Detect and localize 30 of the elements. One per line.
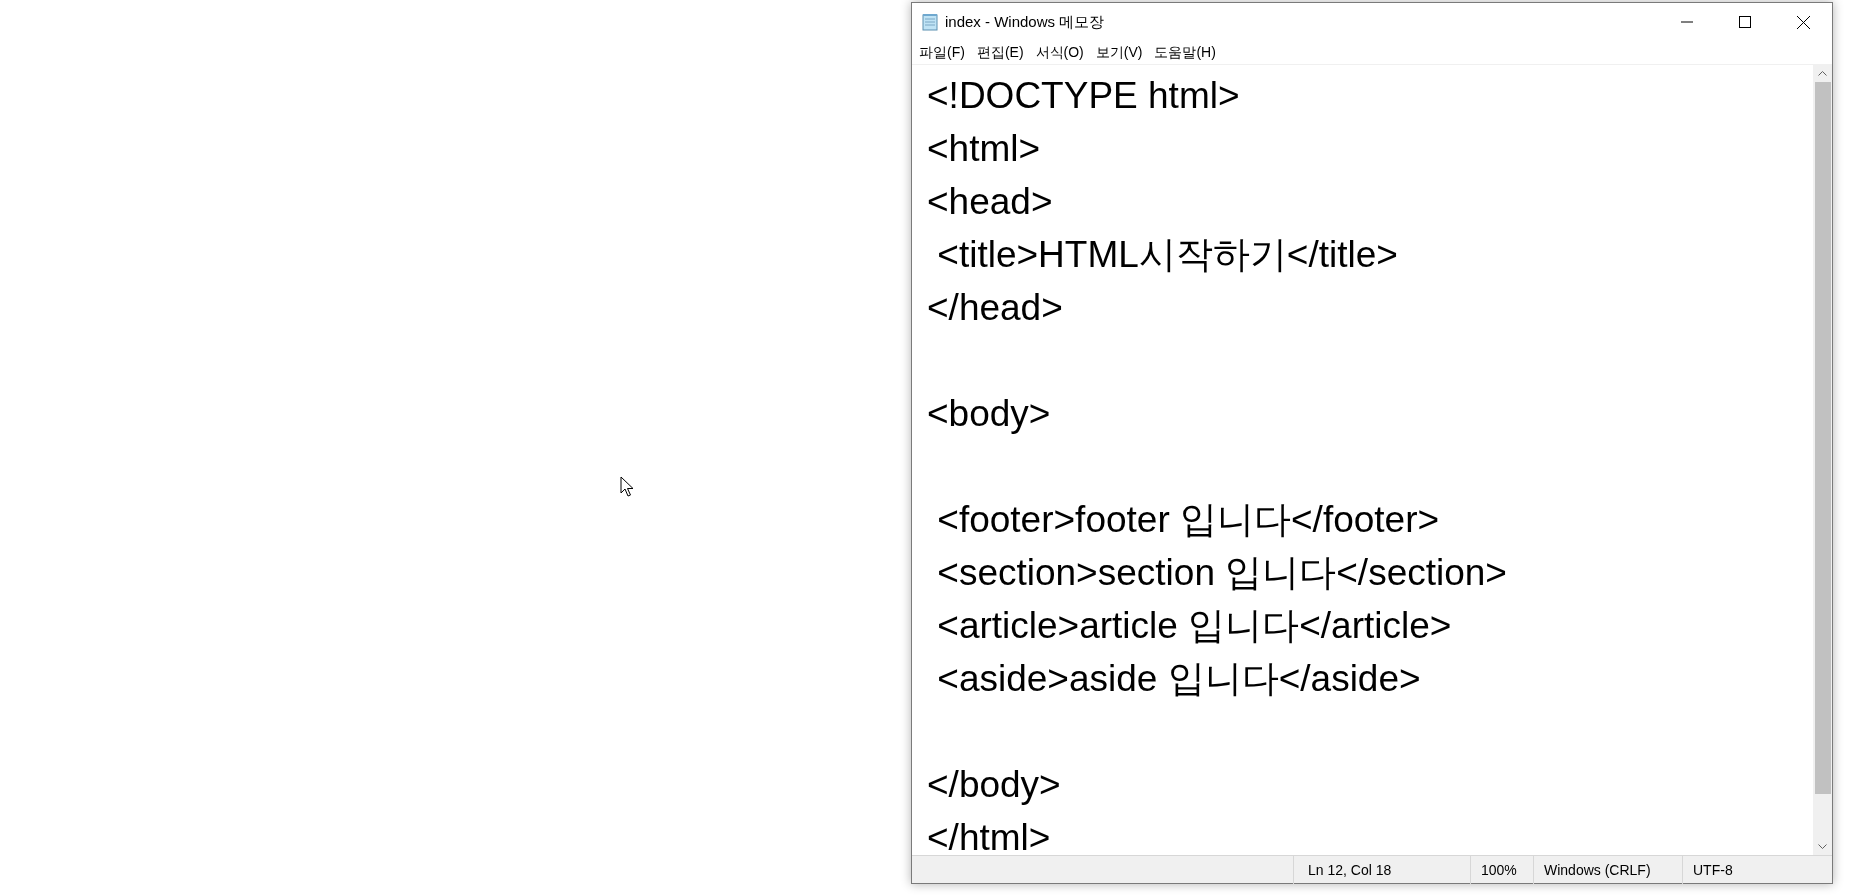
window-title: index - Windows 메모장 xyxy=(945,11,1105,32)
code-line: <aside>aside 입니다</aside> xyxy=(936,658,1421,699)
code-line: <footer>footer 입니다</footer> xyxy=(936,499,1440,540)
code-line: <section>section 입니다</section> xyxy=(936,552,1507,593)
code-line: </body> xyxy=(927,764,1061,805)
code-line: <!DOCTYPE html> xyxy=(927,75,1240,116)
code-line: <article>article 입니다</article> xyxy=(936,605,1452,646)
minimize-icon xyxy=(1681,21,1693,23)
code-line: <body> xyxy=(927,393,1051,434)
scroll-down-icon xyxy=(1818,844,1827,849)
menu-item[interactable]: 보기(V) xyxy=(1091,42,1147,63)
menu-item[interactable]: 편집(E) xyxy=(972,42,1028,63)
menu-item[interactable]: 도움말(H) xyxy=(1150,42,1220,63)
text-area[interactable]: <!DOCTYPE html> <html> <head> <title>HTML시작하기</title> </head> <body> <footer>footer 입니다</footer> <section>section 입니다</section> <article>article 입니다</article> <aside>aside 입니다</aside> </body> </html> xyxy=(912,65,1813,855)
code-line: </html> xyxy=(927,817,1051,855)
maximize-icon xyxy=(1739,16,1751,28)
line-ending: Windows (CRLF) xyxy=(1533,855,1682,884)
code-line: <title>HTML시작하기</title> xyxy=(936,234,1398,275)
scroll-up-icon xyxy=(1818,71,1827,76)
notepad-icon xyxy=(921,13,939,31)
menu-item[interactable]: 서식(O) xyxy=(1031,42,1088,63)
code-line: <head> xyxy=(927,181,1053,222)
cursor-position: Ln 12, Col 18 xyxy=(1293,855,1470,884)
menu-item[interactable]: 파일(F) xyxy=(915,42,969,63)
zoom-level: 100% xyxy=(1470,855,1533,884)
code-line: </head> xyxy=(927,287,1063,328)
mouse-pointer-icon xyxy=(620,476,634,498)
code-line: <html> xyxy=(927,128,1041,169)
encoding: UTF-8 xyxy=(1682,855,1832,884)
close-icon xyxy=(1796,15,1810,29)
